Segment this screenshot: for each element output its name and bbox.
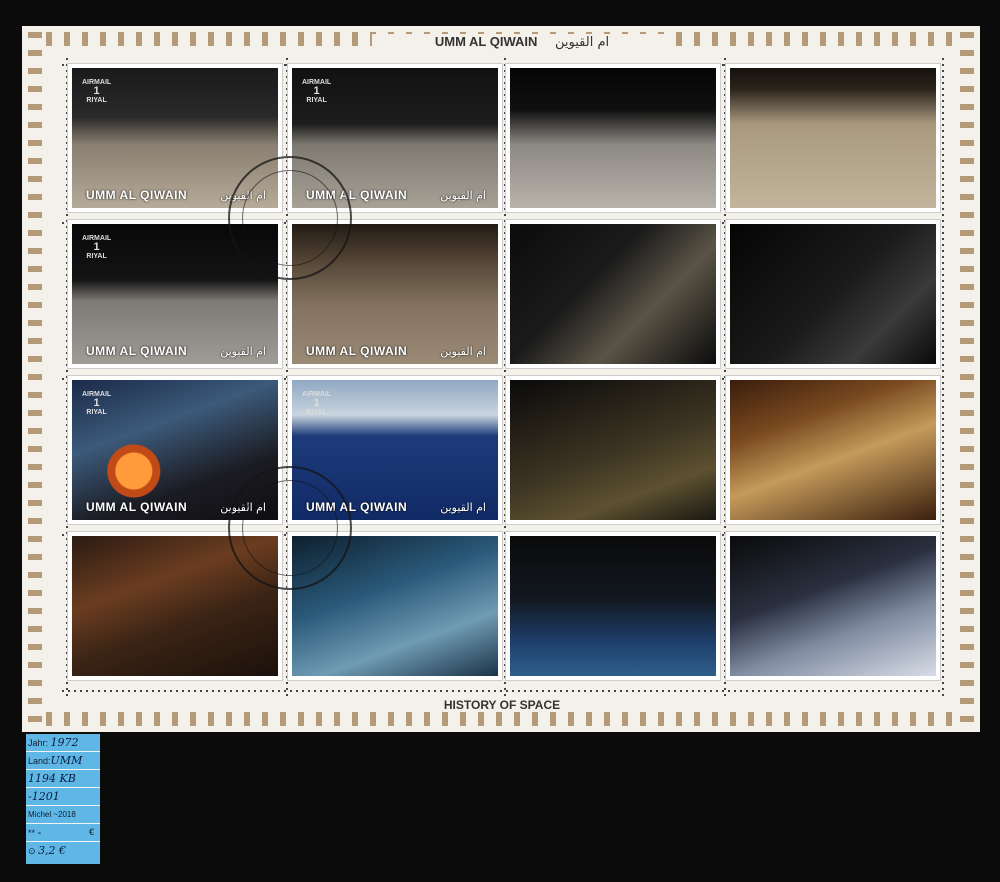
used-symbol: ⊙ [28, 846, 36, 856]
perforation-row [62, 690, 940, 692]
stamp-country-arabic: ام القيوين [220, 345, 266, 358]
value-label: 1 [313, 85, 320, 97]
currency-label: RIYAL [86, 409, 107, 416]
stamp-space-station [510, 536, 716, 676]
sheet-title-latin: UMM AL QIWAIN [434, 34, 538, 49]
perforation-column [66, 58, 68, 700]
stamp-country-arabic: ام القيوين [440, 345, 486, 358]
stamp-country-latin: UMM AL QIWAIN [86, 188, 188, 202]
currency-label: RIYAL [306, 97, 327, 104]
stamp-country-arabic: ام القيوين [440, 189, 486, 202]
ornament-border-left [28, 32, 42, 726]
sheet-title: UMM AL QIWAIN ام القيوين [372, 34, 672, 50]
stamp-country-latin: UMM AL QIWAIN [306, 344, 408, 358]
postmark-lower [228, 466, 352, 590]
perforation-row [62, 64, 940, 66]
stamp-country-latin: UMM AL QIWAIN [86, 500, 188, 514]
catalog-label-card: Jahr: 1972 Land:UMM 1194 KB -1201 Michel… [26, 734, 100, 864]
value-label: 1 [313, 397, 320, 409]
mint-value: - [37, 826, 42, 839]
year-value: 1972 [50, 736, 79, 749]
stamp-denomination: AIRMAIL 1 RIYAL [82, 234, 111, 261]
perforation-column [942, 58, 944, 700]
ornament-border-right [960, 32, 974, 726]
stamp-space-shuttle [730, 536, 936, 676]
value-label: 1 [93, 241, 100, 253]
stamp-denomination: AIRMAIL 1 RIYAL [82, 390, 111, 417]
country-label: Land: [28, 756, 51, 766]
year-label: Jahr: [28, 738, 49, 748]
stamp-sheet: UMM AL QIWAIN ام القيوين AIRMAIL 1 RIYAL UM… [22, 26, 980, 732]
mint-currency: € [88, 827, 94, 837]
catalog-number-end: -1201 [28, 790, 60, 803]
stamp-grid: AIRMAIL 1 RIYAL UMM AL QIWAIN ام القيوين AIRM… [72, 68, 942, 688]
stamp-apollo-soyuz-docking [510, 380, 716, 520]
ornament-border-bottom [28, 712, 974, 726]
stamp-lunar-module-flag [510, 68, 716, 208]
stamp-spacecraft-engines [730, 380, 936, 520]
currency-label: RIYAL [306, 409, 327, 416]
stamp-denomination: AIRMAIL 1 RIYAL [302, 390, 331, 417]
stamp-country-arabic: ام القيوين [440, 501, 486, 514]
stamp-denomination: AIRMAIL 1 RIYAL [302, 78, 331, 105]
country-value: UMM [50, 754, 83, 767]
stamp-astronaut-on-moon [730, 68, 936, 208]
stamp-denomination: AIRMAIL 1 RIYAL [82, 78, 111, 105]
mint-symbol: ** [28, 828, 36, 838]
postmark-upper [228, 156, 352, 280]
sheet-footer: HISTORY OF SPACE [362, 698, 642, 712]
michel-label: Michel ~2018 [28, 810, 76, 819]
value-label: 1 [93, 85, 100, 97]
stamp-moon-rock-closeup [510, 224, 716, 364]
catalog-number: 1194 KB [28, 772, 76, 785]
sheet-title-arabic: ام القيوين [555, 35, 610, 50]
stamp-country-latin: UMM AL QIWAIN [86, 344, 188, 358]
currency-label: RIYAL [86, 97, 107, 104]
used-value: 3,2 € [38, 844, 67, 857]
stamp-spacecraft-in-orbit [730, 224, 936, 364]
currency-label: RIYAL [86, 253, 107, 260]
value-label: 1 [93, 397, 100, 409]
